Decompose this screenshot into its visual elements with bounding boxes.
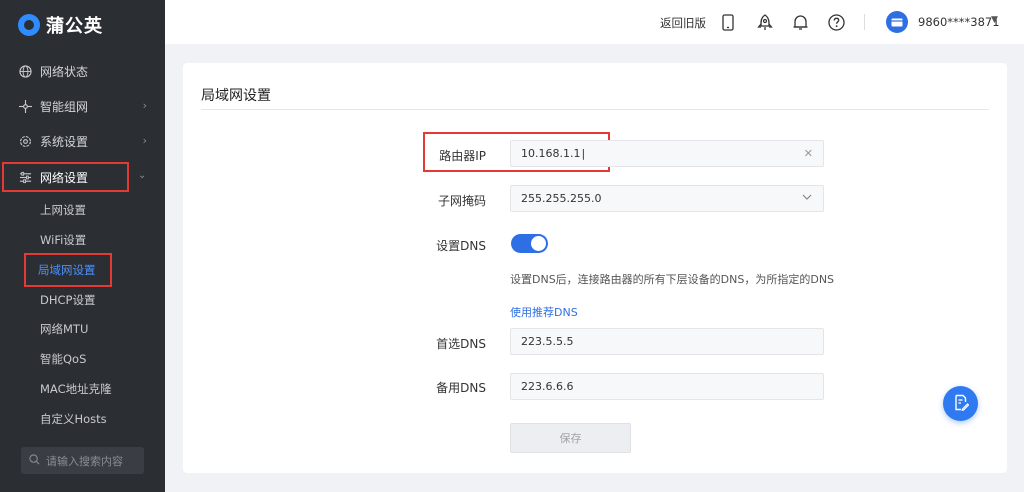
globe-icon — [18, 64, 32, 78]
sidebar-subitem-hosts[interactable]: 自定义Hosts — [38, 408, 109, 430]
title-divider — [201, 109, 989, 110]
dandelion-logo-icon — [18, 14, 40, 36]
sliders-icon — [18, 170, 32, 184]
page-title: 局域网设置 — [201, 88, 271, 104]
secondary-dns-value: 223.6.6.6 — [521, 380, 574, 393]
feedback-button[interactable] — [943, 386, 978, 421]
text-cursor: | — [581, 147, 586, 160]
sidebar-item-label: 智能组网 — [40, 99, 89, 114]
search-placeholder: 请输入搜索内容 — [46, 454, 123, 468]
network-icon — [18, 99, 32, 113]
sidebar-item-system-settings[interactable]: 系统设置 › — [0, 126, 165, 156]
sidebar-item-network-settings[interactable]: 网络设置 — [2, 162, 129, 192]
primary-dns-input[interactable]: 223.5.5.5 — [510, 328, 824, 355]
dns-toggle-switch[interactable] — [511, 234, 548, 253]
sidebar: 蒲公英 网络状态 智能组网 › 系统设置 › 网络设置 ⌄ 上网设置 WiFi设… — [0, 0, 165, 492]
account-name[interactable]: 9860****3871 — [918, 15, 1000, 29]
lan-settings-card: 局域网设置 路由器IP 10.168.1.1 | ✕ 子网掩码 255.255.2… — [183, 63, 1007, 473]
avatar[interactable] — [886, 11, 908, 33]
subnet-mask-select[interactable]: 255.255.255.0 — [510, 185, 824, 212]
sidebar-subitem-lan[interactable]: 局域网设置 — [24, 253, 112, 287]
sidebar-item-network-status[interactable]: 网络状态 — [0, 56, 165, 86]
primary-dns-value: 223.5.5.5 — [521, 335, 574, 348]
chevron-down-icon: ⌄ — [138, 170, 147, 181]
subnet-mask-label: 子网掩码 — [437, 194, 486, 208]
sidebar-item-label: 网络设置 — [40, 170, 89, 185]
router-ip-label: 路由器IP — [439, 149, 486, 163]
brand-logo[interactable]: 蒲公英 — [18, 12, 103, 38]
edit-document-icon — [953, 394, 969, 414]
back-to-old-version-link[interactable]: 返回旧版 — [660, 15, 706, 31]
use-recommended-dns-link[interactable]: 使用推荐DNS — [510, 304, 578, 320]
router-ip-input[interactable]: 10.168.1.1 | ✕ — [510, 140, 824, 167]
gear-icon — [18, 134, 32, 148]
sidebar-subitem-wifi[interactable]: WiFi设置 — [38, 229, 88, 251]
chevron-right-icon: › — [142, 99, 147, 112]
sidebar-subitem-mac-clone[interactable]: MAC地址克隆 — [38, 378, 114, 400]
chevron-right-icon: › — [142, 134, 147, 147]
bell-icon[interactable] — [790, 12, 810, 32]
help-icon[interactable] — [826, 12, 846, 32]
sidebar-subitem-internet[interactable]: 上网设置 — [38, 199, 88, 221]
chevron-down-icon — [801, 191, 813, 206]
sidebar-subitem-mtu[interactable]: 网络MTU — [38, 318, 90, 340]
topbar-divider — [864, 14, 865, 30]
sidebar-subitem-dhcp[interactable]: DHCP设置 — [38, 289, 97, 311]
sidebar-search-input[interactable]: 请输入搜索内容 — [21, 447, 144, 474]
search-icon — [29, 453, 40, 468]
topbar: 返回旧版 9860****3871 ▼ — [165, 0, 1024, 44]
sidebar-item-label: 系统设置 — [40, 134, 89, 149]
brand-name: 蒲公英 — [46, 16, 103, 37]
mobile-phone-icon[interactable] — [718, 12, 738, 32]
clear-icon[interactable]: ✕ — [804, 147, 813, 160]
dns-hint-text: 设置DNS后，连接路由器的所有下层设备的DNS，为所指定的DNS — [510, 273, 835, 286]
caret-down-icon[interactable]: ▼ — [991, 15, 998, 25]
secondary-dns-input[interactable]: 223.6.6.6 — [510, 373, 824, 400]
primary-dns-label: 首选DNS — [436, 337, 486, 351]
sidebar-item-label: 网络状态 — [40, 64, 89, 79]
save-button[interactable]: 保存 — [510, 423, 631, 453]
router-ip-value: 10.168.1.1 — [521, 147, 581, 160]
rocket-icon[interactable] — [755, 12, 775, 32]
dns-toggle-label: 设置DNS — [436, 239, 486, 253]
sidebar-subitem-qos[interactable]: 智能QoS — [38, 348, 88, 370]
secondary-dns-label: 备用DNS — [436, 381, 486, 395]
subnet-mask-value: 255.255.255.0 — [521, 192, 602, 205]
sidebar-item-smart-network[interactable]: 智能组网 › — [0, 91, 165, 121]
